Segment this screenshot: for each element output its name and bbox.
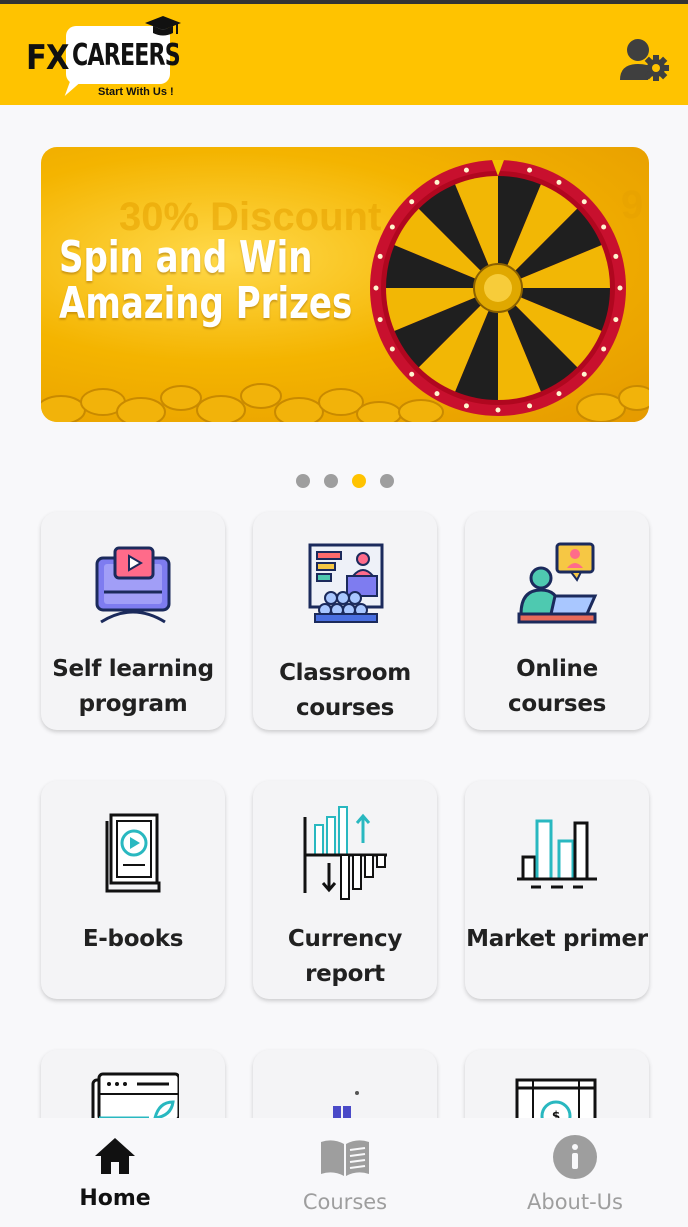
carousel-dot[interactable] xyxy=(324,474,338,488)
wheel-bulb xyxy=(373,285,379,291)
nav-label: About-Us xyxy=(527,1190,623,1214)
user-settings-button[interactable] xyxy=(618,38,672,84)
wheel-bulb xyxy=(601,224,607,230)
wheel-bulb xyxy=(613,317,619,323)
card-label-line2: program xyxy=(78,691,188,717)
logo-careers-text: CAREERS xyxy=(72,38,181,73)
web-design-icon xyxy=(91,1072,179,1122)
wheel-bulb xyxy=(581,371,587,377)
calendar-dollar-icon: $ xyxy=(515,1078,597,1120)
wheel-bulb xyxy=(527,403,533,409)
promo-banner[interactable]: 30% Discount 9 Spin and Win Amazing Priz… xyxy=(41,147,649,422)
carousel-dot-active[interactable] xyxy=(352,474,366,488)
bottom-navigation: Home Courses About-Us xyxy=(0,1118,688,1227)
logo-tagline: Start With Us ! xyxy=(98,86,174,98)
chart-icon xyxy=(333,1091,359,1120)
wheel-bulb xyxy=(463,403,469,409)
logo-fx-text: FX xyxy=(26,38,69,78)
wheel-bulb xyxy=(581,199,587,205)
nav-home[interactable]: Home xyxy=(35,1132,195,1227)
wheel-bulb xyxy=(377,317,383,323)
nav-label: Courses xyxy=(302,1190,388,1214)
carousel-indicator xyxy=(296,474,394,488)
wheel-bulb xyxy=(409,371,415,377)
nav-label: Home xyxy=(79,1186,151,1211)
wheel-bulb xyxy=(527,167,533,173)
wheel-bulb xyxy=(601,346,607,352)
card-ebooks[interactable]: E-books xyxy=(41,781,225,999)
wheel-bulb xyxy=(556,391,562,397)
nav-about-us[interactable]: About-Us xyxy=(495,1132,655,1227)
ebook-icon xyxy=(105,813,161,893)
wheel-bulb xyxy=(617,285,623,291)
carousel-dot[interactable] xyxy=(380,474,394,488)
user-settings-icon xyxy=(620,39,669,81)
wheel-bulb xyxy=(409,199,415,205)
wheel-bulb xyxy=(495,407,501,413)
bar-chart-icon xyxy=(517,819,597,889)
banner-title: Spin and Win Amazing Prizes xyxy=(59,232,353,329)
card-label-line2: courses xyxy=(295,695,395,721)
video-monitor-icon xyxy=(95,546,171,624)
wheel-bulb xyxy=(377,253,383,259)
info-icon xyxy=(553,1135,597,1179)
card-classroom[interactable]: Classroom courses xyxy=(253,512,437,730)
wheel-bulb xyxy=(434,179,440,185)
classroom-icon xyxy=(308,543,384,623)
card-label: Classroom xyxy=(279,660,411,686)
card-online-courses[interactable]: Online courses xyxy=(465,512,649,730)
card-label: Currency report xyxy=(287,926,403,987)
nav-courses[interactable]: Courses xyxy=(265,1132,425,1227)
wheel-bulb xyxy=(463,167,469,173)
wheel-bulb xyxy=(389,346,395,352)
app-header: FX CAREERS Start With Us ! xyxy=(0,4,688,105)
card-label: Online courses xyxy=(507,656,607,717)
book-icon xyxy=(321,1140,369,1176)
card-label: Market primer xyxy=(466,926,648,952)
carousel-dot[interactable] xyxy=(296,474,310,488)
card-label: Self learning xyxy=(52,656,214,682)
prize-wheel xyxy=(370,160,626,416)
card-market-primer[interactable]: Market primer xyxy=(465,781,649,999)
wheel-bulb xyxy=(556,179,562,185)
card-label: E-books xyxy=(82,926,184,952)
fx-careers-logo[interactable]: FX CAREERS Start With Us ! xyxy=(26,16,186,102)
wheel-bulb xyxy=(434,391,440,397)
wheel-bulb xyxy=(389,224,395,230)
currency-chart-icon xyxy=(303,806,387,900)
online-learning-icon xyxy=(517,542,598,624)
home-icon xyxy=(95,1138,135,1174)
card-currency-report[interactable]: Currency report xyxy=(253,781,437,999)
graduation-cap-icon xyxy=(145,16,181,36)
card-self-learning[interactable]: Self learning program xyxy=(41,512,225,730)
wheel-bulb xyxy=(613,253,619,259)
